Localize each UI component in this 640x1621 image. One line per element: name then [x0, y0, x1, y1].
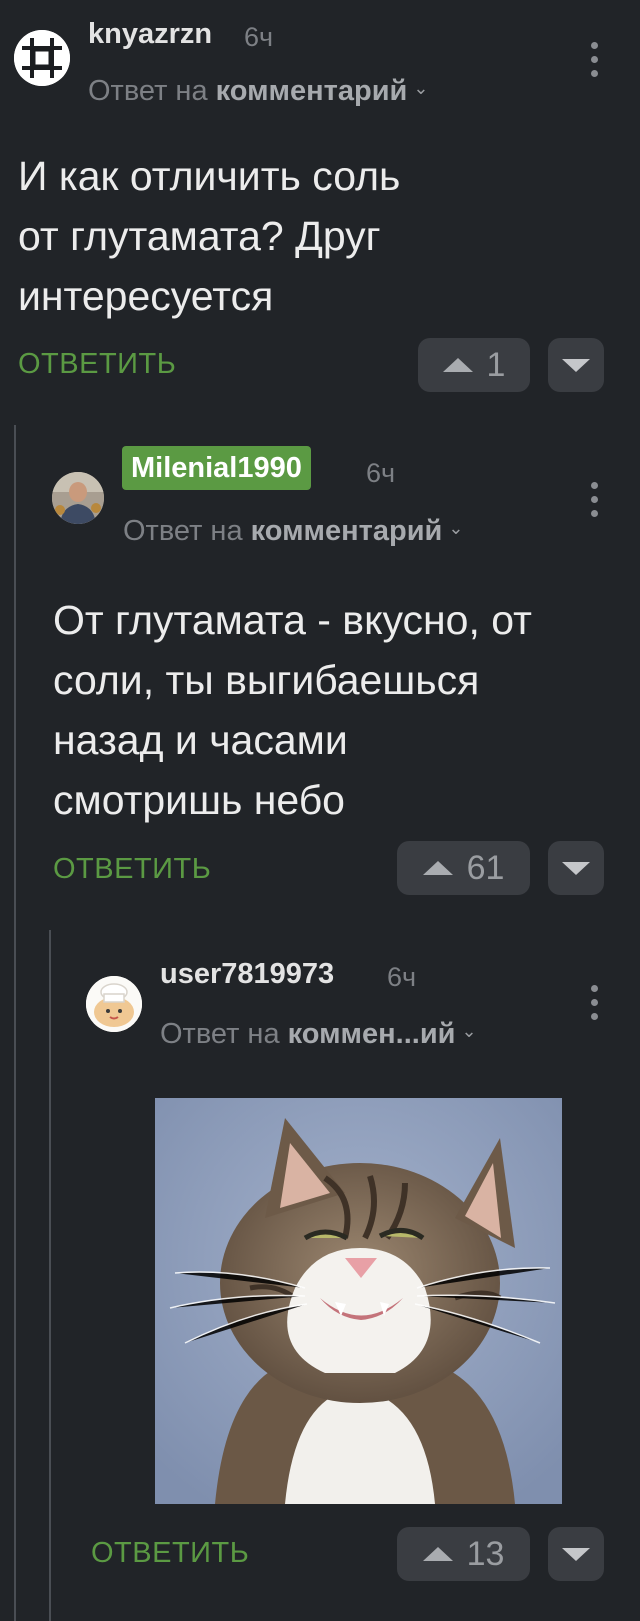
comment-text-line: смотришь небо: [53, 777, 345, 823]
triangle-down-icon: [562, 1547, 590, 1561]
grid-logo-icon: [14, 30, 70, 86]
timestamp: 6ч: [387, 962, 417, 992]
username[interactable]: user7819973: [160, 958, 334, 991]
upvote-button[interactable]: 61: [397, 841, 530, 895]
comment-text-line: от глутамата? Друг: [18, 213, 381, 259]
comment-text-line: соли, ты выгибаешься: [53, 657, 480, 703]
chevron-down-icon[interactable]: ⌄: [413, 78, 428, 99]
downvote-button[interactable]: [548, 841, 604, 895]
reply-button[interactable]: ОТВЕТИТЬ: [18, 348, 176, 381]
user-photo-icon: [52, 472, 104, 524]
reply-to-line[interactable]: Ответ на комментарий ⌄: [123, 515, 463, 548]
triangle-up-icon: [422, 1547, 453, 1561]
reply-target-link[interactable]: комментарий: [251, 515, 443, 547]
timestamp: 6ч: [244, 22, 274, 52]
chevron-down-icon[interactable]: ⌄: [461, 1021, 476, 1042]
reply-prefix: Ответ на: [160, 1018, 280, 1050]
downvote-button[interactable]: [548, 338, 604, 392]
triangle-down-icon: [562, 861, 590, 875]
reply-target-link[interactable]: комментарий: [216, 75, 408, 107]
comment-body: И как отличить соль от глутамата? Друг и…: [18, 146, 400, 326]
downvote-button[interactable]: [548, 1527, 604, 1581]
avatar[interactable]: [14, 30, 70, 86]
avatar[interactable]: [52, 472, 104, 524]
rating-count: 61: [466, 848, 505, 887]
chef-avatar-icon: [86, 976, 142, 1032]
smiling-cat-photo[interactable]: [155, 1098, 562, 1504]
comment-text-line: назад и часами: [53, 717, 348, 763]
avatar[interactable]: [86, 976, 142, 1032]
upvote-button[interactable]: 13: [397, 1527, 530, 1581]
comment-text-line: интересуется: [18, 273, 274, 319]
reply-to-line[interactable]: Ответ на коммен...ий ⌄: [160, 1018, 477, 1051]
comment-text-line: И как отличить соль: [18, 153, 401, 199]
reply-prefix: Ответ на: [123, 515, 243, 547]
more-vertical-icon[interactable]: [589, 42, 599, 77]
rating-count: 1: [486, 345, 506, 384]
reply-prefix: Ответ на: [88, 75, 208, 107]
triangle-up-icon: [442, 358, 473, 372]
reply-target-link[interactable]: коммен...ий: [288, 1018, 456, 1050]
more-vertical-icon[interactable]: [589, 482, 599, 517]
thread-line-level-1: [14, 425, 16, 1621]
username[interactable]: knyazrzn: [88, 18, 212, 51]
rating-count: 13: [466, 1534, 505, 1573]
timestamp: 6ч: [366, 458, 396, 488]
triangle-up-icon: [422, 861, 453, 875]
thread-line-level-2: [49, 930, 51, 1621]
reply-button[interactable]: ОТВЕТИТЬ: [53, 853, 211, 886]
more-vertical-icon[interactable]: [589, 985, 599, 1020]
reply-to-line[interactable]: Ответ на комментарий ⌄: [88, 75, 428, 108]
chevron-down-icon[interactable]: ⌄: [448, 518, 463, 539]
username-badge[interactable]: Milenial1990: [122, 446, 311, 490]
upvote-button[interactable]: 1: [418, 338, 530, 392]
comment-text-line: От глутамата - вкусно, от: [53, 597, 532, 643]
triangle-down-icon: [562, 358, 590, 372]
comment-body: От глутамата - вкусно, от соли, ты выгиб…: [53, 590, 532, 830]
reply-button[interactable]: ОТВЕТИТЬ: [91, 1537, 249, 1570]
